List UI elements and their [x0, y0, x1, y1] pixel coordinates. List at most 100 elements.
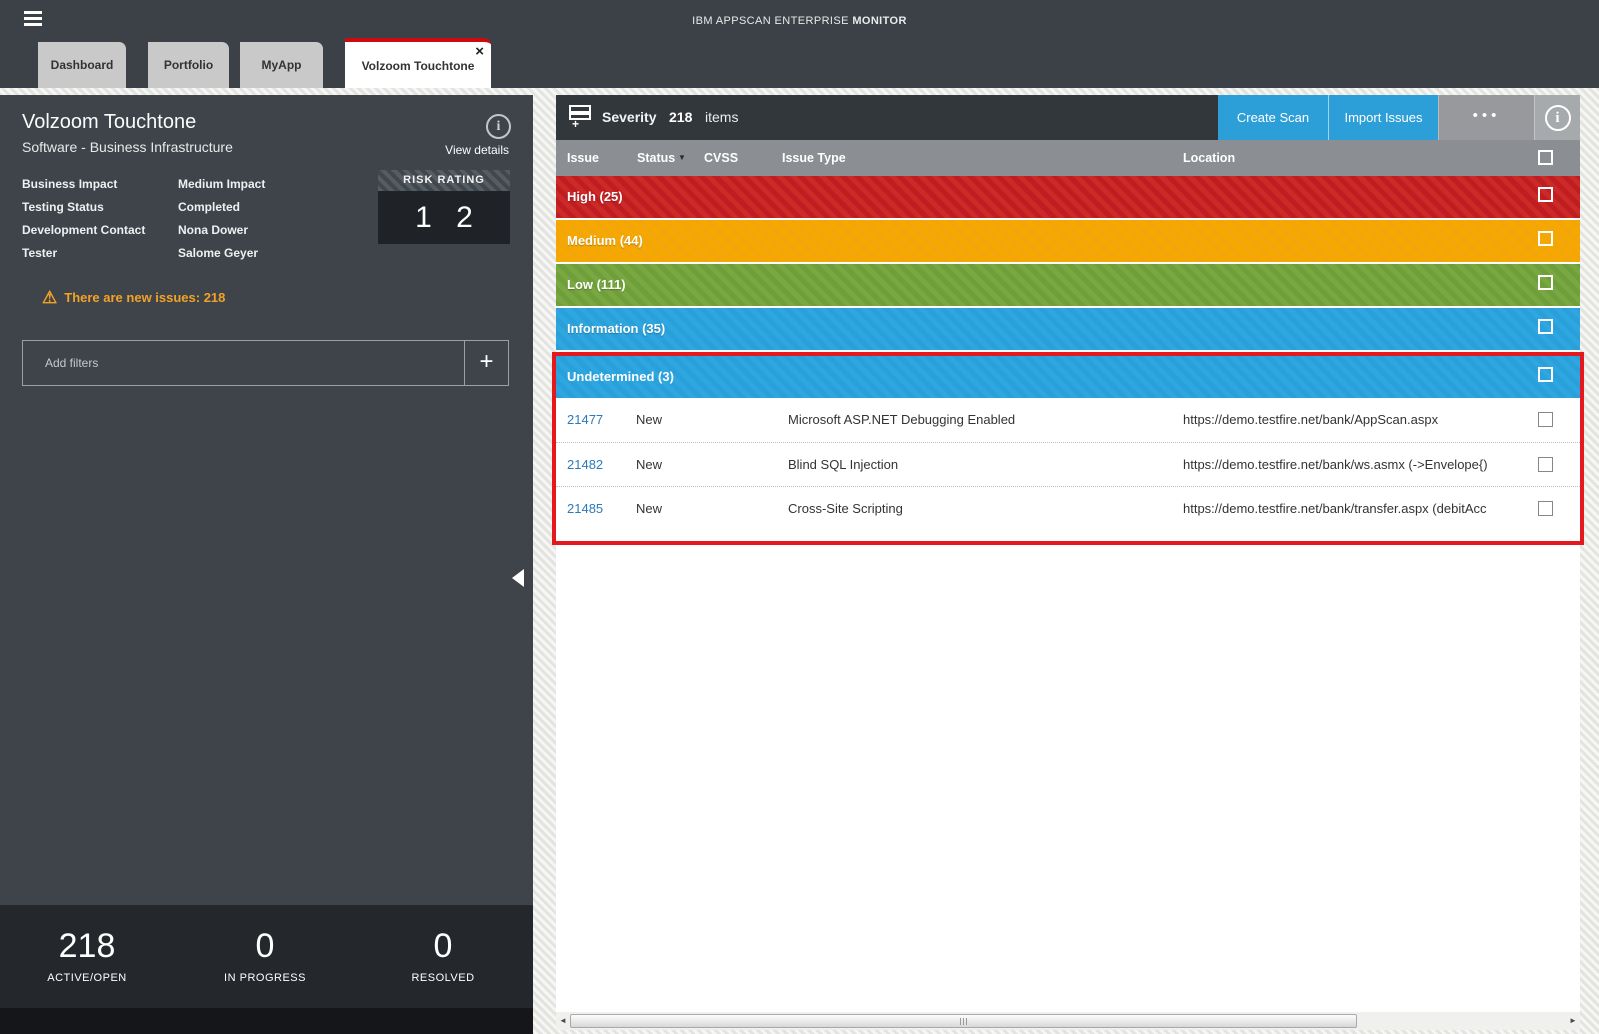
group-by-label[interactable]: Severity [602, 95, 656, 140]
meta-label: Testing Status [22, 200, 104, 214]
more-actions-button[interactable]: ••• [1438, 95, 1534, 140]
group-checkbox[interactable] [1538, 367, 1553, 382]
issue-id-link[interactable]: 21477 [567, 398, 603, 442]
group-by-icon[interactable]: + [569, 105, 591, 129]
items-count-suffix: items [705, 95, 738, 140]
issues-panel: + Severity 218 items Create Scan Import … [556, 95, 1580, 1030]
issue-id-link[interactable]: 21485 [567, 487, 603, 531]
import-issues-button[interactable]: Import Issues [1328, 95, 1438, 140]
group-checkbox[interactable] [1538, 187, 1553, 202]
select-all-checkbox[interactable] [1538, 150, 1553, 165]
issue-checkbox[interactable] [1538, 457, 1553, 472]
tab-volzoom-label: Volzoom Touchtone [362, 59, 475, 73]
add-filter-button[interactable]: + [464, 341, 508, 385]
issue-type: Microsoft ASP.NET Debugging Enabled [788, 398, 1015, 442]
issues-table-header: Issue Status ▼ CVSS Issue Type Location [556, 140, 1580, 176]
group-label: Low (111) [567, 264, 626, 306]
tab-portfolio[interactable]: Portfolio [148, 42, 229, 88]
meta-value: Medium Impact [178, 177, 265, 191]
app-title: IBM APPSCAN ENTERPRISE MONITOR [0, 15, 1599, 27]
severity-group-low[interactable]: Low (111) [556, 264, 1580, 306]
severity-group-medium[interactable]: Medium (44) [556, 220, 1580, 262]
scroll-right-icon[interactable]: ► [1566, 1012, 1580, 1030]
horizontal-scrollbar[interactable]: ◄ ► [556, 1012, 1580, 1030]
tab-myapp[interactable]: MyApp [240, 42, 323, 88]
meta-label: Business Impact [22, 177, 117, 191]
meta-value: Nona Dower [178, 223, 248, 237]
group-label: High (25) [567, 176, 623, 218]
group-label: Undetermined (3) [567, 356, 674, 398]
risk-rating-header: RISK RATING [378, 170, 510, 191]
scrollbar-grip [960, 1018, 968, 1025]
issue-row[interactable]: 21482 New Blind SQL Injection https://de… [556, 442, 1580, 486]
column-cvss[interactable]: CVSS [704, 140, 738, 176]
meta-value: Salome Geyer [178, 246, 258, 260]
warning-text: There are new issues: 218 [64, 290, 225, 305]
group-checkbox[interactable] [1538, 319, 1553, 334]
issue-status: New [636, 487, 662, 531]
issue-checkbox[interactable] [1538, 412, 1553, 427]
stat-in-progress: 0 IN PROGRESS [175, 905, 355, 984]
stat-label: IN PROGRESS [175, 972, 355, 984]
stat-active-open: 218 ACTIVE/OPEN [0, 905, 177, 984]
column-status[interactable]: Status [637, 140, 675, 176]
stat-resolved: 0 RESOLVED [353, 905, 533, 984]
application-subtitle: Software - Business Infrastructure [22, 139, 233, 155]
tab-close-icon[interactable]: × [475, 44, 484, 60]
issue-location: https://demo.testfire.net/bank/AppScan.a… [1183, 398, 1523, 442]
severity-group-undetermined[interactable]: Undetermined (3) [556, 356, 1580, 398]
left-panel-footer [0, 1008, 533, 1034]
issue-location: https://demo.testfire.net/bank/ws.asmx (… [1183, 443, 1523, 487]
meta-label: Tester [22, 246, 57, 260]
warning-icon: ⚠ [42, 288, 57, 307]
issue-row[interactable]: 21477 New Microsoft ASP.NET Debugging En… [556, 398, 1580, 442]
issue-stats-strip: 218 ACTIVE/OPEN 0 IN PROGRESS 0 RESOLVED [0, 905, 533, 1008]
items-count: 218 [669, 95, 692, 140]
meta-label: Development Contact [22, 223, 145, 237]
tab-dashboard[interactable]: Dashboard [38, 42, 126, 88]
meta-row: Tester Salome Geyer [22, 246, 362, 262]
meta-value: Completed [178, 200, 240, 214]
group-label: Information (35) [567, 308, 665, 350]
add-filters-input[interactable]: Add filters + [22, 340, 509, 386]
toolbar-buttons: Create Scan Import Issues ••• i [1218, 95, 1580, 140]
issue-row[interactable]: 21485 New Cross-Site Scripting https://d… [556, 486, 1580, 530]
issue-status: New [636, 443, 662, 487]
tab-volzoom-touchtone[interactable]: Volzoom Touchtone × [345, 38, 491, 88]
scrollbar-thumb[interactable] [570, 1014, 1357, 1028]
meta-row: Development Contact Nona Dower [22, 223, 362, 239]
stat-label: ACTIVE/OPEN [0, 972, 177, 984]
severity-group-information[interactable]: Information (35) [556, 308, 1580, 350]
application-summary-panel: Volzoom Touchtone Software - Business In… [0, 95, 533, 1034]
column-issue-type[interactable]: Issue Type [782, 140, 846, 176]
application-title: Volzoom Touchtone [22, 111, 196, 134]
meta-row: Testing Status Completed [22, 200, 362, 216]
issues-toolbar: + Severity 218 items Create Scan Import … [556, 95, 1580, 140]
scroll-left-icon[interactable]: ◄ [556, 1012, 570, 1030]
stat-value: 218 [0, 927, 177, 966]
risk-rating-value: 1 2 [378, 191, 510, 244]
issue-type: Cross-Site Scripting [788, 487, 903, 531]
highlight-annotation-box: Undetermined (3) 21477 New Microsoft ASP… [552, 352, 1584, 545]
column-issue[interactable]: Issue [567, 140, 599, 176]
new-issues-warning: ⚠ There are new issues: 218 [42, 288, 225, 308]
issue-type: Blind SQL Injection [788, 443, 898, 487]
collapse-panel-arrow-icon[interactable] [512, 569, 524, 587]
issue-location: https://demo.testfire.net/bank/transfer.… [1183, 487, 1523, 531]
sort-desc-icon[interactable]: ▼ [678, 140, 686, 176]
info-icon[interactable]: i [486, 114, 511, 139]
stat-label: RESOLVED [353, 972, 533, 984]
app-title-bold: MONITOR [852, 15, 907, 27]
add-filters-placeholder: Add filters [45, 341, 98, 385]
create-scan-button[interactable]: Create Scan [1218, 95, 1328, 140]
stat-value: 0 [353, 927, 533, 966]
group-checkbox[interactable] [1538, 275, 1553, 290]
issue-checkbox[interactable] [1538, 501, 1553, 516]
severity-group-high[interactable]: High (25) [556, 176, 1580, 218]
view-details-link[interactable]: View details [445, 143, 509, 157]
group-checkbox[interactable] [1538, 231, 1553, 246]
meta-row: Business Impact Medium Impact [22, 177, 362, 193]
column-location[interactable]: Location [1183, 140, 1235, 176]
panel-info-button[interactable]: i [1534, 95, 1580, 140]
issue-id-link[interactable]: 21482 [567, 443, 603, 487]
